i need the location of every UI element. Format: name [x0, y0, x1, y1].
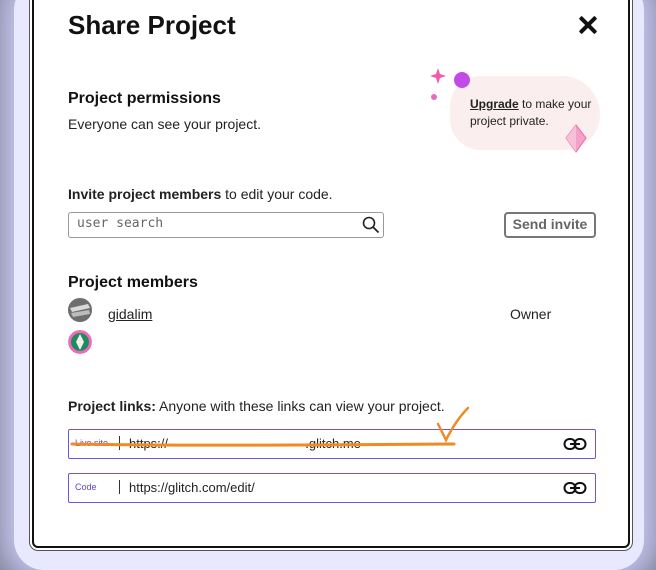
dialog-title: Share Project	[68, 10, 236, 40]
gem-icon	[565, 124, 587, 153]
member-role: Owner	[510, 306, 552, 322]
upgrade-message: Upgrade to make your project private.	[470, 96, 630, 130]
share-project-dialog: Share Project Project permissions Everyo…	[32, 0, 630, 548]
invite-heading-rest: to edit your code.	[221, 186, 333, 202]
sparkle-icon	[430, 68, 470, 100]
permissions-heading: Project permissions	[68, 90, 221, 107]
avatar[interactable]	[68, 298, 92, 322]
copy-link-icon[interactable]	[563, 480, 587, 496]
close-icon[interactable]	[574, 12, 602, 40]
copy-link-icon[interactable]	[563, 436, 587, 452]
code-link-field[interactable]: Code https://glitch.com/edit/	[68, 473, 596, 503]
member-name-link[interactable]: gidalim	[108, 306, 152, 322]
members-heading: Project members	[68, 274, 198, 291]
upgrade-link[interactable]: Upgrade	[470, 97, 519, 111]
invite-heading: Invite project members to edit your code…	[68, 186, 333, 202]
search-icon[interactable]	[362, 216, 380, 234]
link-label: Code	[75, 482, 97, 492]
send-invite-button[interactable]: Send invite	[504, 212, 596, 238]
avatar[interactable]	[68, 330, 92, 354]
link-url[interactable]: https://glitch.com/edit/	[129, 480, 255, 495]
permissions-description: Everyone can see your project.	[68, 116, 261, 132]
member-avatar-image	[68, 298, 92, 322]
user-search-input[interactable]: user search	[68, 212, 384, 238]
divider	[119, 480, 120, 494]
invite-heading-bold: Invite project members	[68, 186, 222, 202]
member-avatar-image	[68, 330, 92, 354]
annotation-underline-check	[70, 406, 470, 447]
